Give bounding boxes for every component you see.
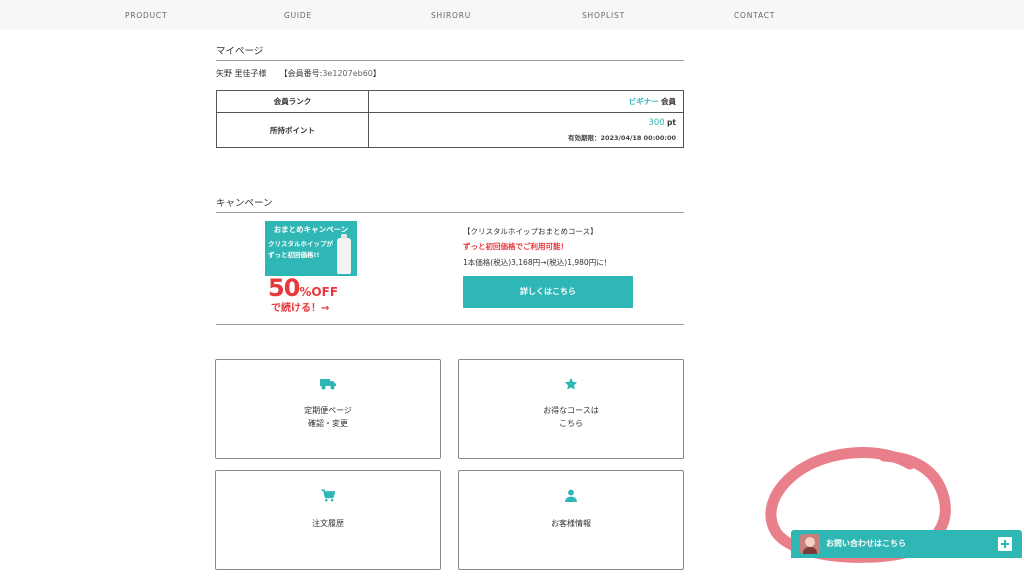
card-courses-line1: お得なコースは bbox=[543, 406, 599, 415]
card-order-history[interactable]: 注文履歴 bbox=[215, 470, 441, 570]
campaign-divider bbox=[216, 324, 684, 325]
rank-value: ビギナー bbox=[628, 97, 659, 106]
member-id: 3e1207eb60 bbox=[322, 69, 373, 78]
rank-row: 会員ランク ビギナー 会員 bbox=[216, 90, 684, 113]
star-icon bbox=[459, 377, 683, 391]
points-expiry: 有効期限：2023/04/18 00:00:00 bbox=[567, 134, 676, 142]
member-id-close: 】 bbox=[372, 69, 381, 78]
cart-icon bbox=[216, 488, 440, 502]
user-icon bbox=[459, 488, 683, 502]
member-status-table: 会員ランク ビギナー 会員 所持ポイント 300 pt 有効期限：2023/04… bbox=[216, 90, 684, 148]
banner-discount-number: 50 bbox=[268, 274, 300, 302]
banner-tail: で続ける！→ bbox=[271, 303, 330, 314]
card-subscription[interactable]: 定期便ページ 確認・変更 bbox=[215, 359, 441, 459]
expand-plus-icon[interactable] bbox=[998, 537, 1012, 551]
avatar bbox=[800, 534, 820, 554]
truck-icon bbox=[216, 377, 440, 391]
campaign-detail-button[interactable]: 詳しくはこちら bbox=[463, 276, 633, 308]
card-subscription-line1: 定期便ページ bbox=[304, 406, 352, 415]
campaign-subheading: ずっと初回価格でご利用可能！ bbox=[463, 242, 568, 251]
card-customer-info[interactable]: お客様情報 bbox=[458, 470, 684, 570]
member-name-line: 矢野 里佳子様 【会員番号:3e1207eb60】 bbox=[216, 68, 381, 79]
member-name: 矢野 里佳子様 bbox=[216, 69, 267, 78]
campaign-heading: 【クリスタルホイップおまとめコース】 bbox=[463, 227, 598, 236]
campaign-banner[interactable]: おまとめキャンペーン クリスタルホイップが ずっと初回価格!! 50%OFF で… bbox=[265, 221, 357, 314]
rank-suffix: 会員 bbox=[661, 97, 676, 106]
points-value: 300 bbox=[648, 118, 665, 128]
card-subscription-line2: 確認・変更 bbox=[308, 419, 348, 428]
points-row: 所持ポイント 300 pt 有効期限：2023/04/18 00:00:00 bbox=[216, 112, 684, 148]
campaign-price: 1本価格(税込)3,168円→(税込)1,980円に！ bbox=[463, 258, 612, 267]
mypage-title: マイページ bbox=[216, 43, 684, 61]
member-id-open: 【会員番号: bbox=[279, 69, 323, 78]
contact-chat-bar[interactable]: お問い合わせはこちら bbox=[791, 530, 1022, 558]
card-customer-info-text: お客様情報 bbox=[459, 517, 683, 530]
chat-label: お問い合わせはこちら bbox=[826, 539, 906, 548]
card-courses-line2: こちら bbox=[559, 419, 583, 428]
card-courses-text: お得なコースは こちら bbox=[459, 404, 683, 430]
nav-shoplist[interactable]: SHOPLIST bbox=[582, 0, 625, 30]
banner-discount-suffix: %OFF bbox=[299, 285, 339, 299]
product-bottle-icon bbox=[337, 234, 351, 274]
card-order-history-line1: 注文履歴 bbox=[312, 519, 344, 528]
points-value-cell: 300 pt 有効期限：2023/04/18 00:00:00 bbox=[368, 112, 684, 148]
card-order-history-text: 注文履歴 bbox=[216, 517, 440, 530]
points-label: 所持ポイント bbox=[216, 112, 369, 148]
top-navigation: PRODUCT GUIDE SHIRORU SHOPLIST CONTACT bbox=[0, 0, 1024, 30]
nav-guide[interactable]: GUIDE bbox=[284, 0, 312, 30]
card-customer-info-line1: お客様情報 bbox=[551, 519, 591, 528]
nav-contact[interactable]: CONTACT bbox=[734, 0, 775, 30]
nav-product[interactable]: PRODUCT bbox=[125, 0, 167, 30]
card-subscription-text: 定期便ページ 確認・変更 bbox=[216, 404, 440, 430]
card-courses[interactable]: お得なコースは こちら bbox=[458, 359, 684, 459]
campaign-title: キャンペーン bbox=[216, 195, 684, 213]
nav-shiroru[interactable]: SHIRORU bbox=[431, 0, 471, 30]
rank-value-cell: ビギナー 会員 bbox=[368, 90, 684, 113]
points-unit: pt bbox=[667, 118, 676, 127]
rank-label: 会員ランク bbox=[216, 90, 369, 113]
